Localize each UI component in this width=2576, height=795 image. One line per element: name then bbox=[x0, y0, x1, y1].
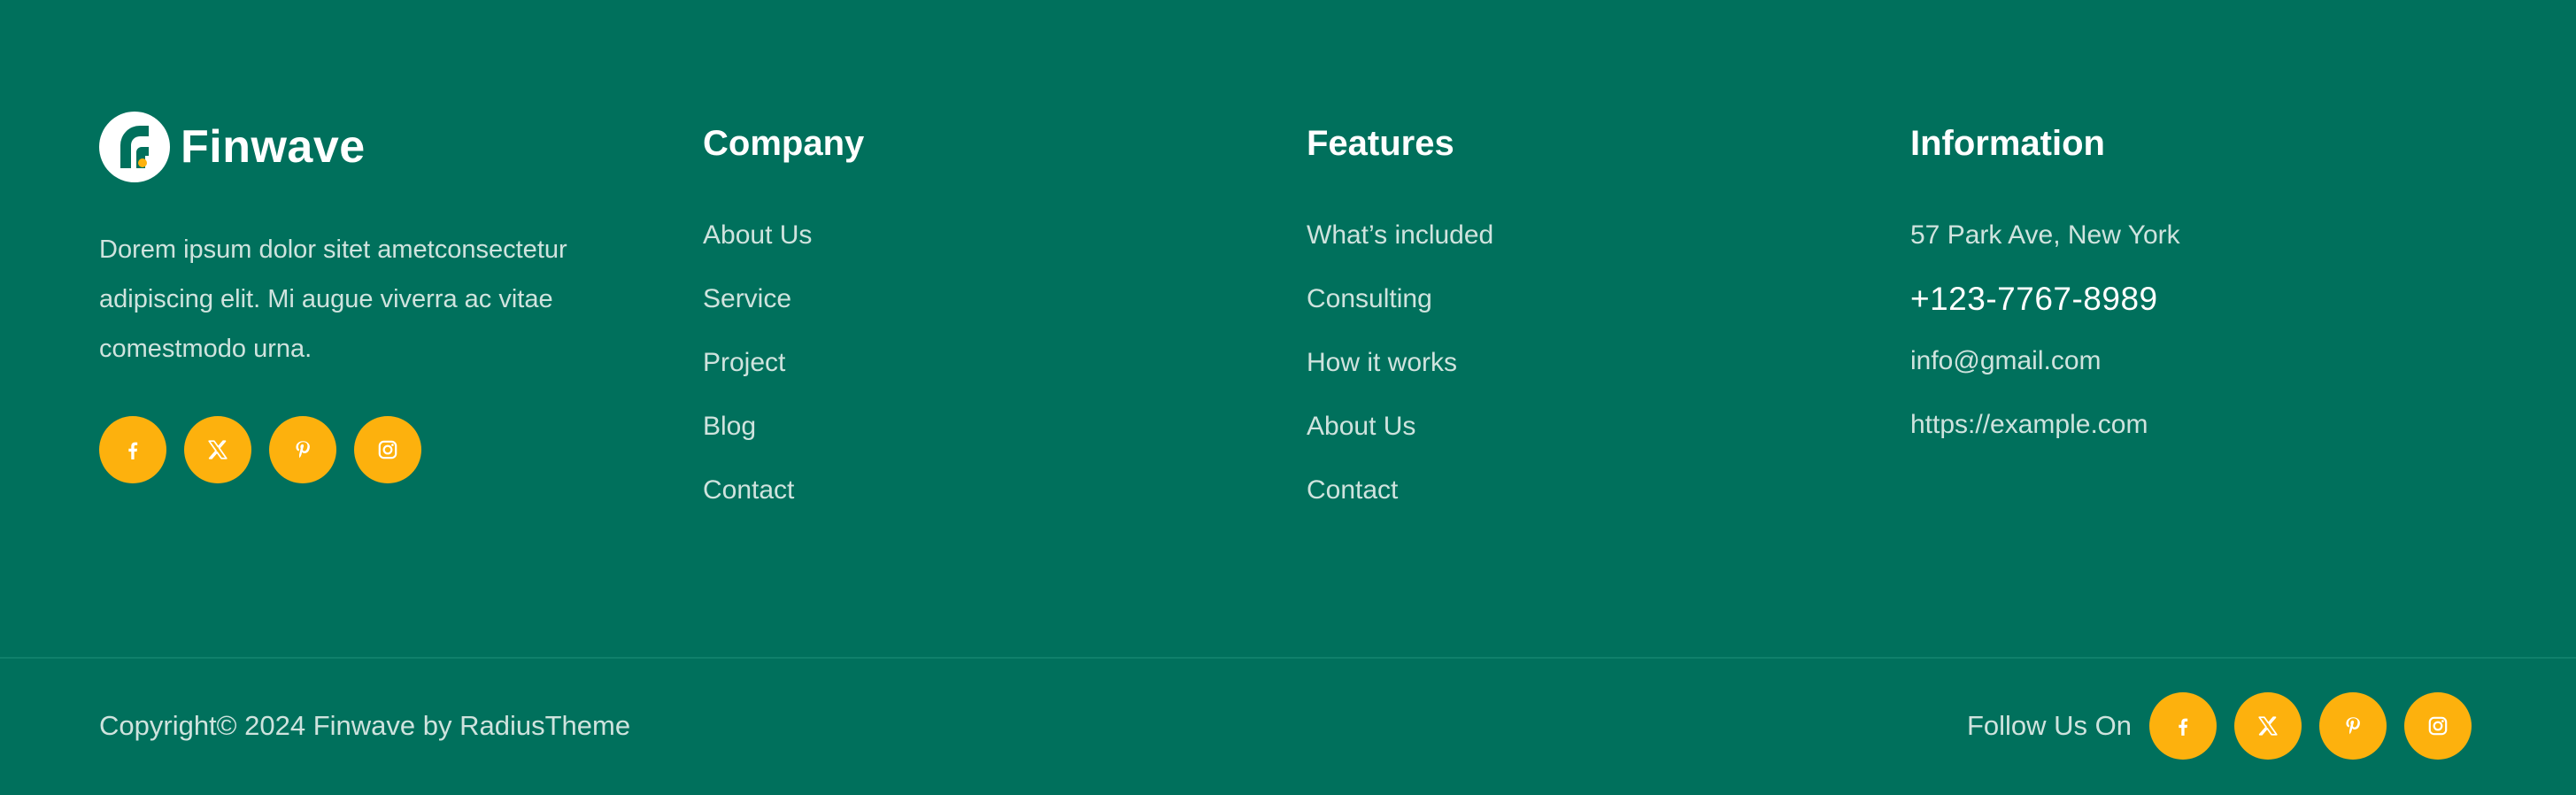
follow-us-label: Follow Us On bbox=[1966, 710, 2132, 741]
company-link-contact[interactable]: Contact bbox=[703, 475, 812, 538]
instagram-icon bbox=[2428, 716, 2448, 736]
email-link[interactable]: info@gmail.com bbox=[1910, 345, 2180, 409]
pinterest-button[interactable] bbox=[269, 416, 336, 483]
pinterest-icon bbox=[296, 441, 310, 459]
follow-us: Follow Us On bbox=[1967, 692, 2472, 760]
company-link-about-us[interactable]: About Us bbox=[703, 220, 812, 283]
facebook-button[interactable] bbox=[2149, 692, 2217, 760]
facebook-icon bbox=[128, 442, 138, 459]
features-link-how-it-works[interactable]: How it works bbox=[1307, 347, 1493, 411]
x-icon bbox=[2258, 716, 2278, 736]
bottom-social-links bbox=[2149, 692, 2472, 760]
features-heading: Features bbox=[1307, 124, 1454, 163]
company-link-service[interactable]: Service bbox=[703, 283, 812, 347]
instagram-button[interactable] bbox=[354, 416, 421, 483]
features-link-whats-included[interactable]: What’s included bbox=[1307, 220, 1493, 283]
information-heading: Information bbox=[1910, 124, 2105, 163]
website-link[interactable]: https://example.com bbox=[1910, 409, 2180, 473]
footer-bottom: Copyright© 2024 Finwave by RadiusTheme F… bbox=[0, 659, 2576, 795]
pinterest-button[interactable] bbox=[2319, 692, 2387, 760]
features-link-about-us[interactable]: About Us bbox=[1307, 411, 1493, 475]
company-link-project[interactable]: Project bbox=[703, 347, 812, 411]
brand-description: Dorem ipsum dolor sitet ametconsectetur … bbox=[99, 235, 567, 363]
features-link-consulting[interactable]: Consulting bbox=[1307, 283, 1493, 347]
x-button[interactable] bbox=[184, 416, 251, 483]
finwave-logo-icon bbox=[99, 112, 170, 182]
company-heading: Company bbox=[703, 124, 865, 163]
phone-link[interactable]: +123-7767-8989 bbox=[1910, 282, 2180, 345]
instagram-icon bbox=[378, 440, 397, 459]
facebook-icon bbox=[2179, 718, 2188, 736]
pinterest-icon bbox=[2346, 717, 2360, 735]
instagram-button[interactable] bbox=[2404, 692, 2472, 760]
social-links bbox=[99, 416, 421, 483]
facebook-button[interactable] bbox=[99, 416, 166, 483]
x-button[interactable] bbox=[2234, 692, 2302, 760]
company-link-blog[interactable]: Blog bbox=[703, 411, 812, 475]
address-text: 57 Park Ave, New York bbox=[1910, 220, 2180, 250]
features-link-contact[interactable]: Contact bbox=[1307, 475, 1493, 538]
features-links: What’s included Consulting How it works … bbox=[1307, 220, 1493, 538]
x-icon bbox=[208, 440, 228, 459]
brand-name: Finwave bbox=[181, 121, 366, 173]
logo[interactable]: Finwave bbox=[99, 112, 366, 182]
company-links: About Us Service Project Blog Contact bbox=[703, 220, 812, 538]
footer-top: Finwave Dorem ipsum dolor sitet ametcons… bbox=[0, 0, 2576, 657]
information-list: 57 Park Ave, New York +123-7767-8989 inf… bbox=[1910, 220, 2180, 473]
copyright-text: Copyright© 2024 Finwave by RadiusTheme bbox=[99, 710, 631, 741]
